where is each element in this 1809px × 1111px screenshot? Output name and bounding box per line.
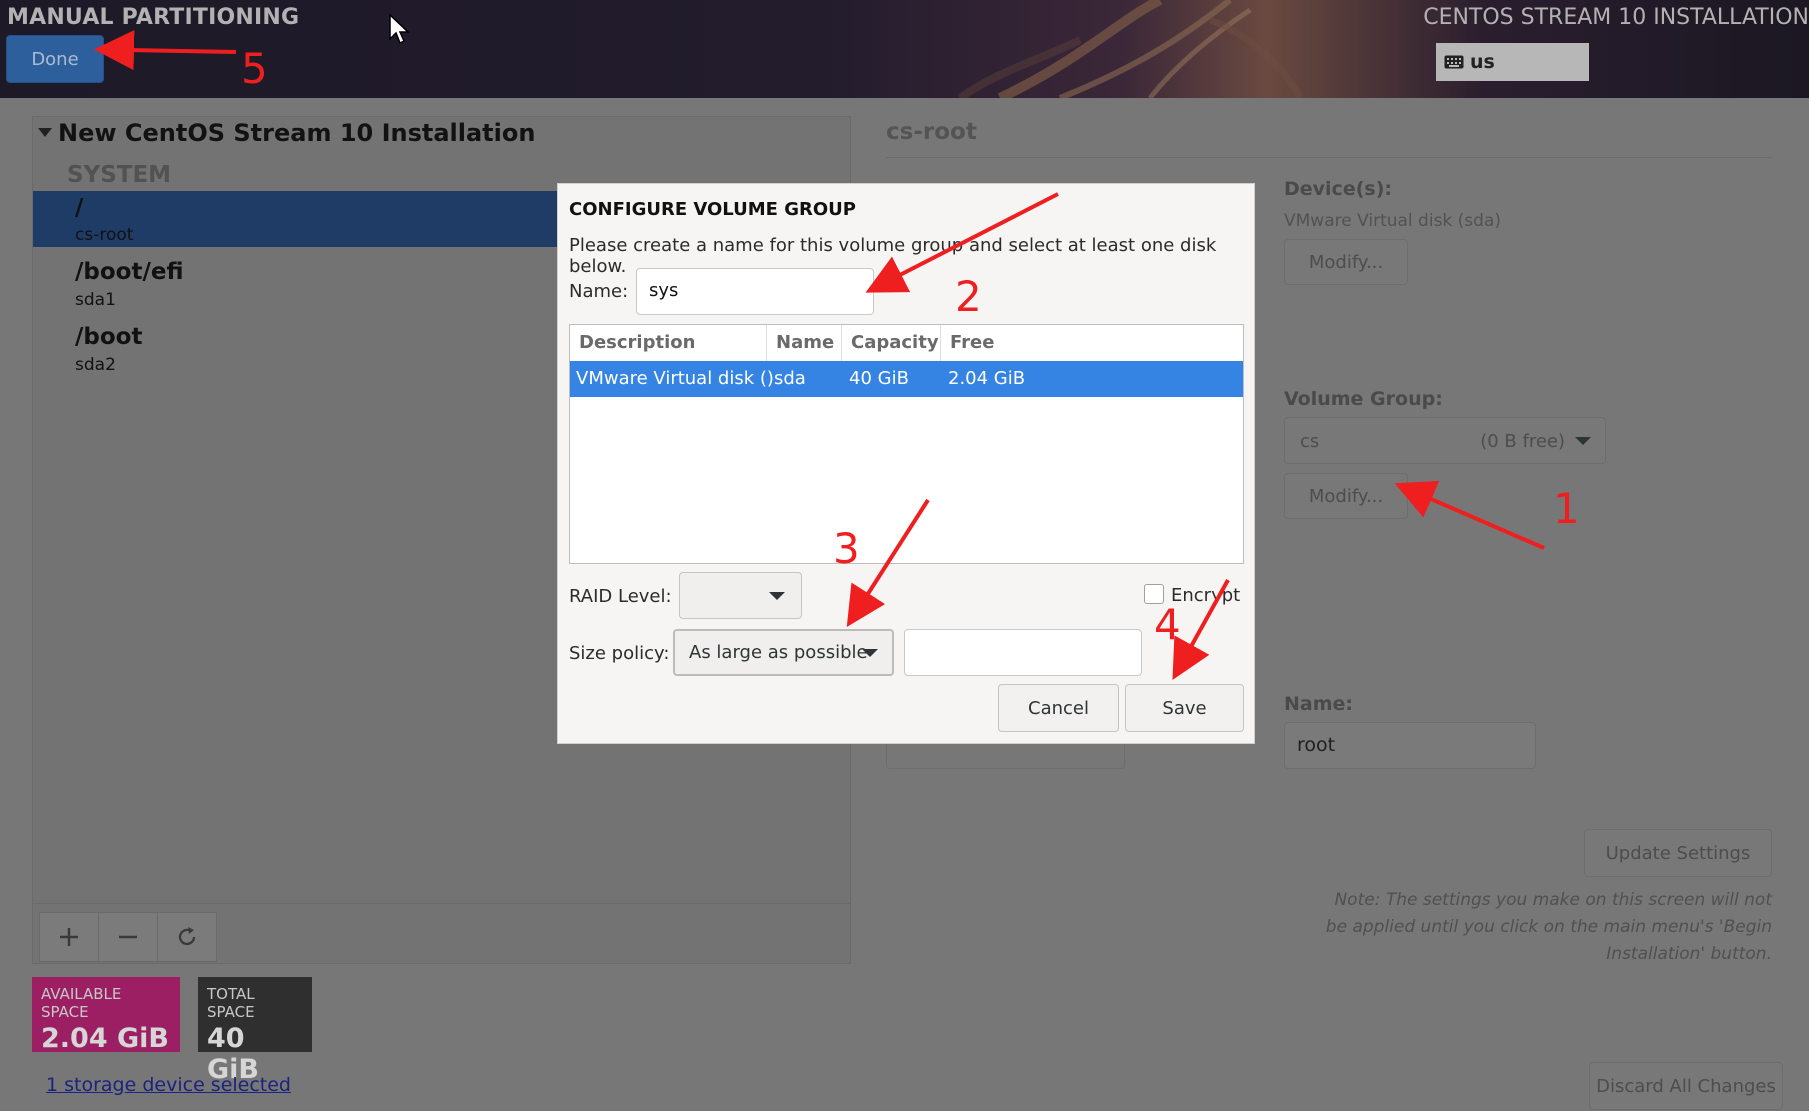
total-space-box: TOTAL SPACE 40 GiB (198, 977, 312, 1085)
disk-name: sda (774, 368, 806, 389)
mount-point-name: /boot (75, 324, 143, 350)
system-section-label: SYSTEM (67, 162, 172, 188)
remove-mount-point-button[interactable] (98, 912, 158, 962)
page-title: MANUAL PARTITIONING (7, 5, 300, 30)
storage-device-link[interactable]: 1 storage device selected (46, 1074, 291, 1096)
column-header-capacity[interactable]: Capacity (842, 325, 941, 361)
refresh-icon (178, 927, 196, 946)
column-header-name[interactable]: Name (767, 325, 842, 361)
installation-title[interactable]: New CentOS Stream 10 Installation (38, 119, 535, 147)
devices-label: Device(s): (1284, 178, 1392, 200)
disk-description: VMware Virtual disk () (576, 368, 774, 389)
size-policy-label: Size policy: (569, 643, 670, 664)
header-bar: MANUAL PARTITIONING CENTOS STREAM 10 INS… (0, 0, 1809, 98)
encrypt-label[interactable]: Encrypt (1171, 585, 1240, 606)
configure-volume-group-dialog: CONFIGURE VOLUME GROUP Please create a n… (557, 183, 1255, 744)
name-field[interactable]: root (1284, 722, 1536, 769)
disk-free: 2.04 GiB (948, 368, 1026, 389)
keyboard-layout-indicator[interactable]: us (1436, 43, 1589, 81)
modify-volume-group-button[interactable]: Modify... (1284, 473, 1408, 519)
divider (886, 157, 1772, 158)
discard-all-changes-button[interactable]: Discard All Changes (1589, 1062, 1783, 1110)
reload-button[interactable] (157, 912, 217, 962)
chevron-down-icon (769, 592, 785, 600)
add-mount-point-button[interactable] (39, 912, 99, 962)
save-button[interactable]: Save (1125, 684, 1244, 732)
annotation-number: 4 (1154, 600, 1181, 649)
expander-icon[interactable] (38, 127, 52, 137)
devices-value: VMware Virtual disk (sda) (1284, 211, 1501, 231)
available-space-value: 2.04 GiB (41, 1023, 170, 1054)
volume-group-label: Volume Group: (1284, 388, 1443, 410)
available-space-box: AVAILABLE SPACE 2.04 GiB (32, 977, 180, 1054)
installation-title-label: New CentOS Stream 10 Installation (58, 119, 536, 147)
settings-note: Note: The settings you make on this scre… (1325, 890, 1772, 964)
keyboard-icon (1444, 55, 1464, 69)
size-input[interactable] (904, 629, 1142, 676)
column-header-free[interactable]: Free (941, 325, 1243, 361)
mount-point-name: / (75, 195, 84, 221)
chevron-down-icon (1575, 437, 1591, 445)
modify-devices-button[interactable]: Modify... (1284, 239, 1408, 285)
table-header: Description Name Capacity Free (570, 325, 1243, 362)
keyboard-layout-label: us (1470, 51, 1495, 73)
volume-group-value: cs (1300, 431, 1320, 452)
disk-capacity: 40 GiB (849, 368, 909, 389)
installer-title: CENTOS STREAM 10 INSTALLATION (1423, 5, 1809, 30)
dialog-title: CONFIGURE VOLUME GROUP (569, 199, 856, 220)
column-header-description[interactable]: Description (570, 325, 767, 361)
total-space-label: TOTAL SPACE (207, 985, 255, 1021)
disk-table: Description Name Capacity Free VMware Vi… (569, 324, 1244, 564)
annotation-number: 5 (241, 44, 268, 93)
size-policy-select[interactable]: As large as possible (673, 629, 894, 676)
mount-point-device: cs-root (75, 225, 134, 245)
annotation-number: 2 (955, 272, 982, 321)
table-row[interactable]: VMware Virtual disk () sda 40 GiB 2.04 G… (570, 361, 1243, 397)
mount-point-device: sda1 (75, 290, 116, 310)
size-policy-value: As large as possible (689, 642, 868, 663)
annotation-number: 3 (833, 524, 860, 573)
vg-name-label: Name: (569, 281, 629, 302)
mount-point-device: sda2 (75, 355, 116, 375)
mouse-cursor-icon (389, 13, 410, 45)
vg-name-input[interactable]: sys (636, 268, 874, 315)
chevron-down-icon (862, 649, 878, 657)
raid-level-label: RAID Level: (569, 586, 672, 607)
volume-group-free: (0 B free) (1480, 431, 1565, 452)
available-space-label: AVAILABLE SPACE (41, 985, 122, 1021)
cancel-button[interactable]: Cancel (998, 684, 1119, 732)
name-label: Name: (1284, 693, 1354, 715)
raid-level-select[interactable] (679, 572, 802, 619)
annotation-arrow-1 (1394, 480, 1545, 550)
update-settings-button[interactable]: Update Settings (1584, 829, 1772, 877)
volume-group-select[interactable]: cs (0 B free) (1284, 417, 1606, 464)
plus-icon (60, 928, 78, 946)
minus-icon (119, 935, 137, 939)
annotation-number: 1 (1553, 484, 1580, 533)
mount-point-name: /boot/efi (75, 259, 184, 285)
selected-device-title: cs-root (886, 119, 977, 145)
done-button[interactable]: Done (6, 35, 104, 83)
